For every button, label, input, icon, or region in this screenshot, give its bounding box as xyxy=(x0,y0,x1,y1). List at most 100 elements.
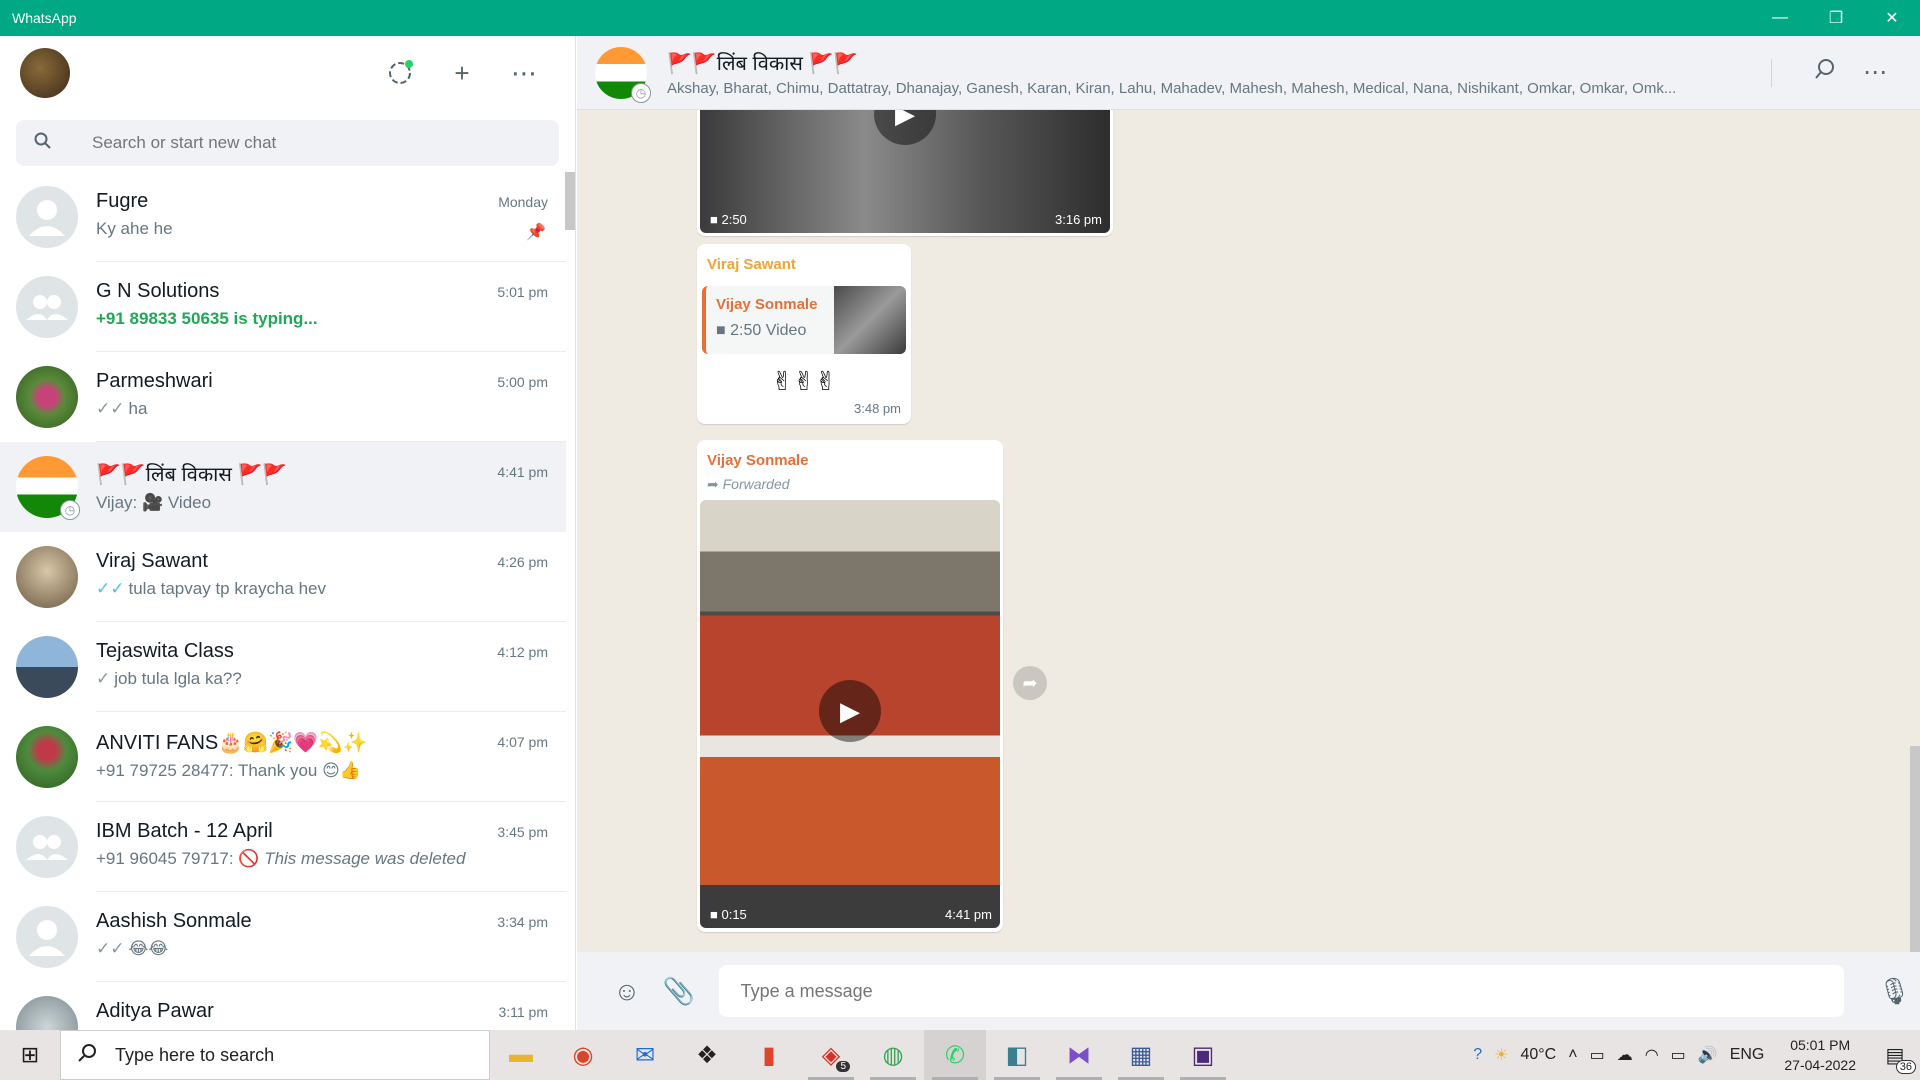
chat-item-fugre[interactable]: Fugre Ky ahe he Monday 📌 xyxy=(0,172,566,262)
chat-name: Viraj Sawant xyxy=(96,550,208,572)
notification-center-icon[interactable]: ▤ 36 xyxy=(1870,1043,1920,1074)
terminal-icon[interactable]: ▣ xyxy=(1172,1030,1234,1080)
wifi-icon[interactable]: ◠ xyxy=(1639,1045,1665,1065)
message-text: 😂😂 xyxy=(128,939,169,958)
menu-icon[interactable]: ⋯ xyxy=(493,48,555,98)
message-sender: Vijay: xyxy=(96,493,142,512)
attach-icon[interactable]: 📎 xyxy=(653,976,705,1007)
search-icon[interactable] xyxy=(34,132,54,155)
weather-temp[interactable]: 40°C xyxy=(1514,1046,1562,1064)
device-icon[interactable]: ▭ xyxy=(1584,1045,1611,1065)
whatsapp-icon[interactable]: ✆ xyxy=(924,1030,986,1080)
office-word-icon[interactable]: ▮ xyxy=(738,1030,800,1080)
taskbar-search[interactable]: Type here to search xyxy=(60,1030,490,1080)
pin-icon: 📌 xyxy=(526,224,546,241)
conversation-pane: ◷ 🚩🚩लिंब विकास 🚩🚩 Akshay, Bharat, Chimu,… xyxy=(577,36,1920,1030)
dropbox-icon[interactable]: ❖ xyxy=(676,1030,738,1080)
play-icon[interactable]: ▶ xyxy=(819,680,881,742)
chat-last-message: ✓✓ tula tapvay tp kraycha hev xyxy=(96,579,566,599)
chat-item-anviti-fans[interactable]: ANVITI FANS🎂🤗🎉💗💫✨ +91 79725 28477: Thank… xyxy=(0,712,566,802)
chat-time: Monday xyxy=(498,194,548,210)
search-input[interactable] xyxy=(92,133,492,153)
video-message[interactable]: ▶ ■ 2:50 3:16 pm xyxy=(697,110,1113,236)
chat-body: ANVITI FANS🎂🤗🎉💗💫✨ +91 79725 28477: Thank… xyxy=(96,712,566,802)
close-button[interactable]: ✕ xyxy=(1864,0,1920,36)
calculator-icon[interactable]: ▦ xyxy=(1110,1030,1172,1080)
chat-name: Fugre xyxy=(96,190,149,212)
chat-last-message: ✓ job tula lgla ka?? xyxy=(96,669,566,689)
message-time: 4:41 pm xyxy=(945,907,992,922)
chat-name: 🚩🚩लिंब विकास 🚩🚩 xyxy=(96,464,288,486)
reply-message[interactable]: Viraj Sawant Vijay Sonmale ■ 2:50 Video … xyxy=(697,244,911,424)
chevron-up-icon[interactable]: ˄ xyxy=(1562,1046,1583,1064)
notes-icon[interactable]: ◧ xyxy=(986,1030,1048,1080)
chrome-icon[interactable]: ◍ xyxy=(862,1030,924,1080)
group-avatar[interactable]: ◷ xyxy=(595,46,651,103)
forwarded-text: Forwarded xyxy=(722,476,790,492)
play-icon[interactable]: ▶ xyxy=(874,110,936,145)
message-sender: +91 96045 79717: xyxy=(96,849,239,868)
chat-item-gn-solutions[interactable]: G N Solutions +91 89833 50635 is typing.… xyxy=(0,262,566,352)
taskbar-search-label: Type here to search xyxy=(115,1044,275,1065)
message-sender: Vijay Sonmale xyxy=(707,452,809,469)
volume-icon[interactable]: 🔊 xyxy=(1692,1045,1724,1065)
chat-item-ibm-batch[interactable]: IBM Batch - 12 April +91 96045 79717: 🚫 … xyxy=(0,802,566,892)
conversation-header[interactable]: ◷ 🚩🚩लिंब विकास 🚩🚩 Akshay, Bharat, Chimu,… xyxy=(577,36,1920,110)
double-tick-icon: ✓✓ xyxy=(96,939,125,958)
chat-time: 3:45 pm xyxy=(497,824,548,840)
minimize-button[interactable]: — xyxy=(1752,0,1808,36)
maximize-button[interactable]: ❐ xyxy=(1808,0,1864,36)
avatar xyxy=(16,366,78,428)
new-chat-icon[interactable]: + xyxy=(431,48,493,98)
conversation-title: 🚩🚩लिंब विकास 🚩🚩 xyxy=(667,52,859,75)
chat-item-parmeshwari[interactable]: Parmeshwari ✓✓ ha 5:00 pm xyxy=(0,352,566,442)
chat-time: 4:41 pm xyxy=(497,464,548,480)
message-sender: Viraj Sawant xyxy=(707,256,796,273)
office-icon[interactable]: ◉ xyxy=(552,1030,614,1080)
google-chrome-badge-icon[interactable]: ◈ 5 xyxy=(800,1030,862,1080)
language-indicator[interactable]: ENG xyxy=(1724,1046,1771,1064)
emoji-icon[interactable]: ☺ xyxy=(601,976,653,1007)
menu-icon[interactable]: ⋯ xyxy=(1850,58,1900,87)
chat-body: Aditya Pawar 3:11 pm xyxy=(96,982,566,1030)
group-avatar xyxy=(16,726,78,788)
chat-last-message: ✓✓ ha xyxy=(96,399,566,419)
chat-name: Aashish Sonmale xyxy=(96,910,252,932)
chat-body: Tejaswita Class ✓ job tula lgla ka?? 4:12… xyxy=(96,622,566,712)
battery-icon[interactable]: ▭ xyxy=(1665,1045,1692,1065)
chat-list-scrollbar[interactable] xyxy=(565,172,575,230)
quoted-sender: Vijay Sonmale xyxy=(716,296,818,313)
search-icon[interactable] xyxy=(1800,58,1850,87)
cloud-icon[interactable]: ☁ xyxy=(1611,1045,1639,1065)
chat-item-limb-vikas[interactable]: ◷ 🚩🚩लिंब विकास 🚩🚩 Vijay: 🎥 Video 4:41 pm xyxy=(0,442,566,532)
windows-taskbar: ⊞ Type here to search ▬ ◉ ✉ ❖ ▮ ◈ 5 ◍ ✆ ◧… xyxy=(0,1030,1920,1080)
quoted-text: ■ 2:50 Video xyxy=(716,322,806,340)
visual-studio-icon[interactable]: ⧓ xyxy=(1048,1030,1110,1080)
clock[interactable]: 05:01 PM 27-04-2022 xyxy=(1770,1035,1870,1075)
chat-item-viraj-sawant[interactable]: Viraj Sawant ✓✓ tula tapvay tp kraycha he… xyxy=(0,532,566,622)
forwarded-video-message[interactable]: Vijay Sonmale ➦ Forwarded ▶ ■ 0:15 4:41 … xyxy=(697,440,1003,932)
quoted-message[interactable]: Vijay Sonmale ■ 2:50 Video xyxy=(702,286,906,354)
windows-start-icon[interactable]: ⊞ xyxy=(0,1030,60,1080)
message-input[interactable] xyxy=(718,965,1845,1017)
mail-icon[interactable]: ✉ xyxy=(614,1030,676,1080)
chat-item-aditya-pawar[interactable]: Aditya Pawar 3:11 pm xyxy=(0,982,566,1030)
forward-button-icon[interactable]: ➦ xyxy=(1013,666,1047,700)
file-explorer-icon[interactable]: ▬ xyxy=(490,1030,552,1080)
weather-icon[interactable]: ☀ xyxy=(1488,1045,1514,1065)
chat-body: Viraj Sawant ✓✓ tula tapvay tp kraycha he… xyxy=(96,532,566,622)
video-thumbnail[interactable]: ▶ ■ 0:15 4:41 pm xyxy=(700,500,1000,928)
conversation-info[interactable]: 🚩🚩लिंब विकास 🚩🚩 Akshay, Bharat, Chimu, D… xyxy=(667,49,1771,97)
help-icon[interactable]: ? xyxy=(1467,1046,1488,1064)
status-icon[interactable] xyxy=(369,48,431,98)
message-time: 3:48 pm xyxy=(854,401,901,416)
composer: ☺ 📎 🎙 xyxy=(577,952,1920,1030)
chat-item-tejaswita-class[interactable]: Tejaswita Class ✓ job tula lgla ka?? 4:12… xyxy=(0,622,566,712)
chat-item-aashish-sonmale[interactable]: Aashish Sonmale ✓✓ 😂😂 3:34 pm xyxy=(0,892,566,982)
badge-count: 5 xyxy=(836,1061,850,1072)
profile-avatar[interactable] xyxy=(20,48,70,98)
microphone-icon[interactable]: 🎙 xyxy=(1868,976,1920,1007)
video-thumbnail[interactable]: ▶ ■ 2:50 3:16 pm xyxy=(700,110,1110,233)
chat-name: Tejaswita Class xyxy=(96,640,234,662)
video-camera-icon: ■ xyxy=(710,212,718,227)
